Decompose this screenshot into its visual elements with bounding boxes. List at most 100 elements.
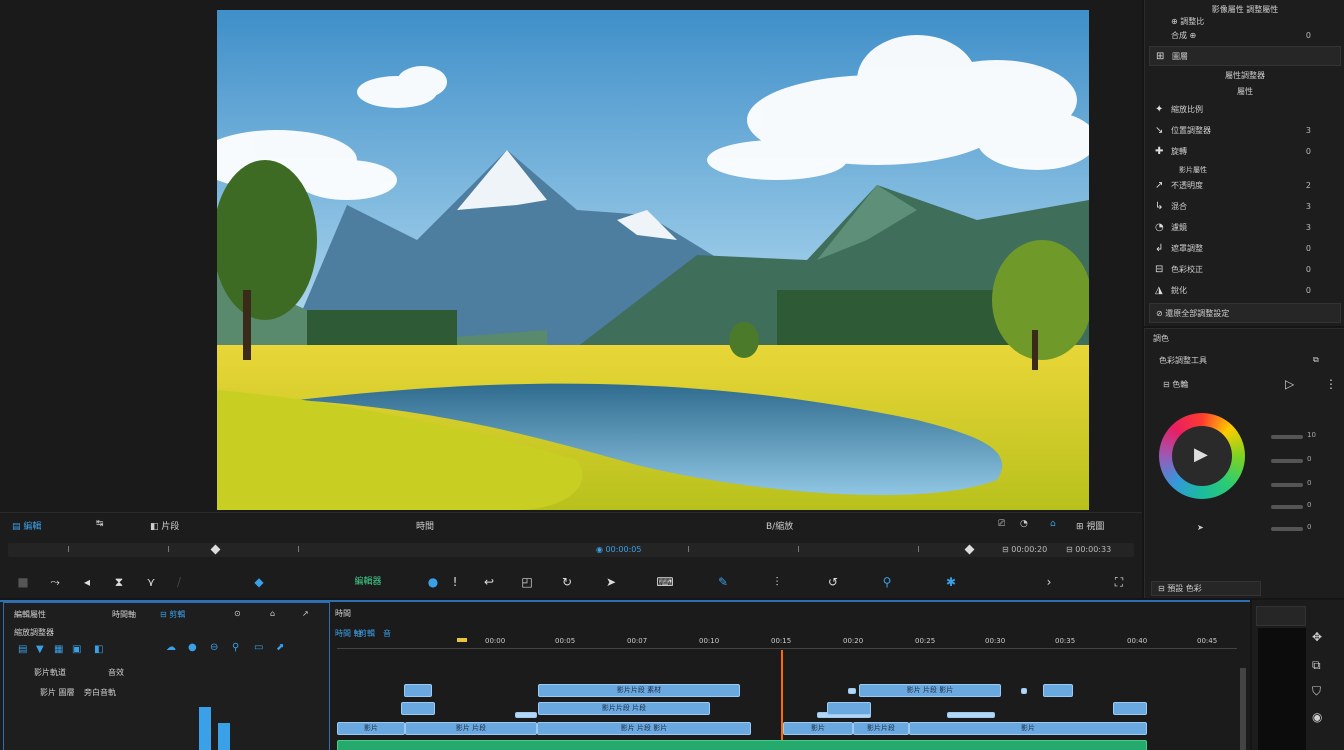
wheel-nav-icon[interactable]: ➤	[1197, 523, 1204, 532]
cloud-icon[interactable]: ☁	[166, 643, 176, 653]
copy-icon[interactable]: ⧉	[1313, 355, 1319, 365]
clip-r1-6[interactable]	[1043, 684, 1073, 697]
mark-out-icon[interactable]: ⋎	[142, 573, 160, 591]
prop-row-5[interactable]: ↗ 不透明度 2	[1149, 176, 1341, 196]
minus-icon[interactable]: ⊖	[210, 643, 220, 653]
edit-mode-label[interactable]: ▤ 編輯	[12, 519, 41, 532]
clip-r1-1[interactable]	[404, 684, 432, 697]
color-preset-dropdown[interactable]: ⊟ 預設 色彩	[1151, 581, 1261, 596]
prop-row-8[interactable]: ↲ 遮罩調整 0	[1149, 239, 1341, 259]
clip-icon[interactable]: ◧	[94, 645, 104, 655]
more-icon[interactable]: ⋮	[1325, 377, 1337, 391]
record-icon[interactable]: ●	[424, 573, 442, 591]
audio-clip[interactable]	[337, 740, 1147, 750]
image-icon[interactable]: ▣	[72, 645, 82, 655]
slider-2[interactable]	[1271, 459, 1303, 463]
brush-icon[interactable]: ✎	[714, 573, 732, 591]
reset-all-button[interactable]: ⊘ 還原全部調整設定	[1149, 303, 1341, 323]
clip-r2-3[interactable]: 影片片段 片段	[538, 702, 710, 715]
slider-1[interactable]	[1271, 435, 1303, 439]
safe-area-icon[interactable]: ⎚	[998, 519, 1005, 529]
bookmark-icon[interactable]: ◆	[250, 573, 268, 591]
clip-r1-2[interactable]: 影片片段 素材	[538, 684, 740, 697]
clip-r1-3[interactable]	[848, 688, 856, 694]
clip-r2-6[interactable]	[947, 712, 995, 718]
mark-in-icon[interactable]: ⧗	[110, 573, 128, 591]
color-wheel[interactable]: ▶	[1159, 413, 1245, 499]
zoom-label[interactable]: B/縮放	[766, 519, 793, 532]
prop-row-6[interactable]: ↳ 混合 3	[1149, 197, 1341, 217]
dot-icon[interactable]: ●	[188, 643, 198, 653]
clip-r2-1[interactable]	[401, 702, 435, 715]
prop-row-9[interactable]: ⊟ 色彩校正 0	[1149, 260, 1341, 280]
pin-icon[interactable]: ⚲	[878, 573, 896, 591]
layers-icon[interactable]: ⧉	[1312, 658, 1321, 673]
split-icon[interactable]: ⫶	[768, 573, 786, 591]
stop-icon[interactable]: ■	[14, 573, 32, 591]
rewind-icon[interactable]: ◂	[78, 573, 96, 591]
move-icon[interactable]: ✥	[1312, 630, 1322, 644]
clip-r2-5[interactable]	[827, 702, 871, 715]
loop-icon[interactable]: ◔	[1020, 519, 1028, 529]
composite-row[interactable]: 合成 ⊕ 0	[1149, 26, 1341, 46]
yellow-marker[interactable]	[457, 638, 467, 642]
timeline-scrollbar[interactable]	[1240, 668, 1246, 750]
slider-4[interactable]	[1271, 505, 1303, 509]
tl-tab-1[interactable]: 時間 軸	[335, 628, 362, 639]
clip-r3-1[interactable]: 影片	[337, 722, 405, 735]
tl-share-icon[interactable]: ↗	[302, 609, 309, 618]
out-point-marker[interactable]	[964, 544, 975, 555]
slider-5[interactable]	[1271, 527, 1303, 531]
clip-mode-label[interactable]: ◧ 片段	[150, 519, 179, 532]
clip-r2-7[interactable]	[1113, 702, 1147, 715]
prop-row-10[interactable]: ◮ 銳化 0	[1149, 281, 1341, 301]
clip-r3-2[interactable]: 影片 片段	[405, 722, 537, 735]
clip-r3-4[interactable]: 影片	[783, 722, 853, 735]
play-icon[interactable]: ➤	[602, 573, 620, 591]
filter-icon[interactable]: ▼	[36, 645, 46, 655]
step-back-icon[interactable]: ⤳	[46, 573, 64, 591]
next-icon[interactable]: ›	[1040, 573, 1058, 591]
prop-row-3[interactable]: ✚ 旋轉 0	[1149, 142, 1341, 162]
view-menu[interactable]: ⊞ 視圖	[1076, 519, 1104, 532]
in-point-marker[interactable]	[210, 544, 221, 555]
editor-label[interactable]: 編輯器	[348, 573, 388, 591]
color-wheel-tab[interactable]: ⊟ 色輪	[1163, 379, 1188, 390]
clip-r3-3[interactable]: 影片 片段 影片	[537, 722, 751, 735]
clip-r1-5[interactable]	[1021, 688, 1027, 694]
tl-header-timeline[interactable]: 時間軸	[112, 609, 136, 620]
doc-icon[interactable]: ▤	[18, 645, 28, 655]
tl-header-edit[interactable]: 編輯屬性	[14, 609, 46, 620]
scrub-bar[interactable]: ◉ 00:00:05 ⊟ 00:00:20 ⊟ 00:00:33	[8, 543, 1134, 557]
clip-r1-4[interactable]: 影片 片段 影片	[859, 684, 1001, 697]
slider-3[interactable]	[1271, 483, 1303, 487]
fullscreen-icon[interactable]: ⛶	[1110, 573, 1128, 591]
arrow-icon[interactable]: ⬈	[276, 643, 286, 653]
grid-icon[interactable]: ▦	[54, 645, 64, 655]
tl-home-icon[interactable]: ⌂	[270, 609, 275, 618]
camera-icon[interactable]: ◉	[1312, 710, 1322, 724]
home-icon[interactable]: ⌂	[1050, 519, 1056, 529]
prop-row-1[interactable]: ✦ 縮放比例	[1149, 100, 1341, 120]
rotate-icon[interactable]: ↻	[558, 573, 576, 591]
tl-tab-3[interactable]: 音	[383, 628, 391, 639]
play-preview-icon[interactable]: ▷	[1285, 377, 1294, 391]
ripple-icon[interactable]: ↹	[96, 519, 104, 529]
effects-icon[interactable]: ✱	[942, 573, 960, 591]
refresh-icon[interactable]: ↺	[824, 573, 842, 591]
film-icon[interactable]: ▭	[254, 643, 264, 653]
slash-icon[interactable]: /	[170, 573, 188, 591]
clip-r3-5[interactable]: 影片片段	[853, 722, 909, 735]
preview-canvas[interactable]	[217, 10, 1089, 510]
playhead[interactable]	[781, 650, 783, 750]
toolstrip-input[interactable]	[1256, 606, 1306, 626]
layer-row[interactable]: ⊞ 圖層	[1149, 46, 1341, 66]
tl-tab-2[interactable]: 剪輯	[359, 628, 375, 639]
crop-icon[interactable]: ◰	[518, 573, 536, 591]
keyboard-icon[interactable]: ⌨	[656, 573, 674, 591]
prop-row-2[interactable]: ↘ 位置調整器 3	[1149, 121, 1341, 141]
marker-icon[interactable]: !	[446, 573, 464, 591]
tl-target-icon[interactable]: ⊙	[234, 609, 241, 618]
clip-r3-6[interactable]: 影片	[909, 722, 1147, 735]
clip-r2-2[interactable]	[515, 712, 537, 718]
